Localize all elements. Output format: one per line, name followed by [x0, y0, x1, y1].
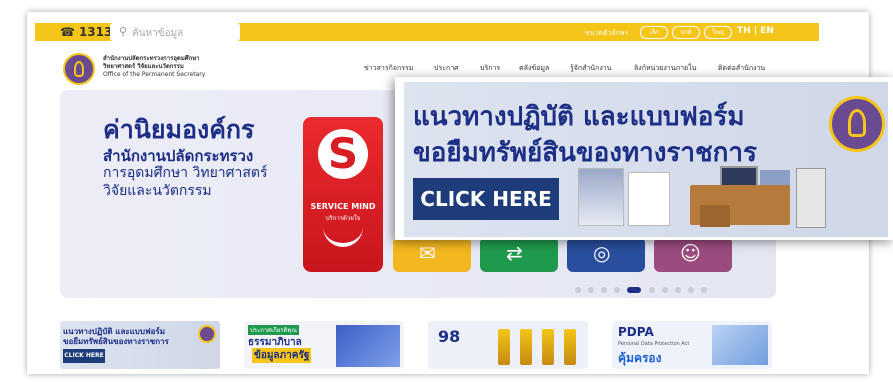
- nav-about[interactable]: รู้จักสำนักงาน: [570, 63, 611, 74]
- slider-dot[interactable]: [701, 287, 707, 293]
- banner-card-governance[interactable]: ประกาศเกียรติคุณ ธรรมาภิบาล ข้อมูลภาครัฐ: [244, 321, 404, 369]
- service-mind-title: SERVICE MIND: [310, 202, 376, 211]
- nav-contact[interactable]: ติดต่อสำนักงาน: [718, 63, 765, 74]
- search-input[interactable]: ค้นหาข้อมูล: [132, 26, 183, 41]
- value-tile-purple: ☺: [654, 237, 732, 272]
- text-size-large-button[interactable]: ใหญ่: [704, 26, 732, 39]
- target-icon: ◎: [593, 241, 611, 265]
- trophy-icon: [564, 329, 576, 365]
- hero-line3: วิจัยและนวัตกรรม: [103, 183, 212, 199]
- copier-icon: [796, 168, 826, 228]
- card4-illustration: [712, 325, 768, 365]
- card3-number: 98: [438, 327, 461, 346]
- hotline[interactable]: ☎ 1313: [60, 25, 112, 39]
- people-icon: ☺: [680, 241, 701, 265]
- search-icon: ⚲: [119, 25, 128, 38]
- popup-click-here-button[interactable]: CLICK HERE: [413, 178, 559, 220]
- service-mind-tile: S SERVICE MIND บริการด้วยใจ: [303, 117, 383, 272]
- trophy-icon: [498, 329, 510, 365]
- popup-org-logo: [829, 96, 885, 152]
- slider-dot[interactable]: [649, 287, 655, 293]
- card1-click-button[interactable]: CLICK HERE: [63, 349, 105, 363]
- form-document-icon: [578, 168, 624, 226]
- card4-line2: คุ้มครอง: [618, 351, 662, 365]
- service-letter-badge: S: [318, 129, 368, 179]
- card2-badge: ประกาศเกียรติคุณ: [248, 325, 299, 335]
- service-mind-subtitle: บริการด้วยใจ: [325, 215, 361, 222]
- popup-headline-line1: แนวทางปฏิบัติ และแบบฟอร์ม: [413, 102, 745, 132]
- lang-separator: |: [753, 26, 758, 36]
- slider-dot[interactable]: [662, 287, 668, 293]
- slider-dot-active[interactable]: [627, 287, 641, 293]
- slider-dot[interactable]: [675, 287, 681, 293]
- envelope-icon: ✉: [419, 241, 436, 265]
- card4-subtitle: Personal Data Protection Act: [618, 341, 690, 347]
- slider-dot[interactable]: [601, 287, 607, 293]
- org-logo[interactable]: [63, 53, 95, 85]
- nav-data-repository[interactable]: คลังข้อมูล: [519, 63, 549, 74]
- hotline-number: 1313: [78, 25, 113, 39]
- text-size-normal-button[interactable]: ปกติ: [672, 26, 700, 39]
- card2-illustration: [336, 325, 400, 367]
- banner-card-asset-borrowing[interactable]: แนวทางปฏิบัติ และแบบฟอร์ม ขอยืมทรัพย์สิน…: [60, 321, 220, 369]
- phone-icon: ☎: [60, 25, 75, 39]
- card4-title: PDPA: [618, 325, 654, 339]
- slider-dot[interactable]: [575, 287, 581, 293]
- org-name: สำนักงานปลัดกระทรวงการอุดมศึกษา วิทยาศาส…: [103, 55, 205, 79]
- text-size-label: ขนาดตัวอักษร: [585, 29, 629, 37]
- card1-logo: [198, 325, 216, 343]
- banner-card-awards[interactable]: 98: [428, 321, 588, 369]
- value-tile-blue: ◎: [567, 237, 645, 272]
- nav-services[interactable]: บริการ: [480, 63, 500, 74]
- trophy-icon: [542, 329, 554, 365]
- search-box[interactable]: ⚲ ค้นหาข้อมูล: [110, 23, 240, 41]
- text-size-small-button[interactable]: เล็ก: [640, 26, 668, 39]
- org-name-english: Office of the Permanent Secretary: [103, 71, 206, 78]
- nav-internal-links[interactable]: ลิงก์หน่วยงานภายใน: [634, 63, 696, 74]
- form-document-icon: [628, 172, 670, 226]
- card2-line2: ข้อมูลภาครัฐ: [252, 348, 312, 363]
- slider-dot[interactable]: [688, 287, 694, 293]
- trophy-icon: [520, 329, 532, 365]
- language-switcher: TH | EN: [737, 26, 774, 36]
- value-tile-green: ⇄: [480, 237, 558, 272]
- drawer-icon: [700, 205, 730, 227]
- lang-en-link[interactable]: EN: [760, 26, 774, 36]
- slider-dot[interactable]: [588, 287, 594, 293]
- org-name-line1: สำนักงานปลัดกระทรวงการอุดมศึกษา: [103, 55, 200, 62]
- card1-line2: ขอยืมทรัพย์สินของทางราชการ: [63, 337, 169, 346]
- smile-icon: [323, 225, 363, 247]
- popup-headline-line2: ขอยืมทรัพย์สินของทางราชการ: [413, 138, 757, 168]
- banner-card-pdpa[interactable]: PDPA Personal Data Protection Act คุ้มคร…: [612, 321, 772, 369]
- slider-dot[interactable]: [614, 287, 620, 293]
- org-name-line2: วิทยาศาสตร์ วิจัยและนวัตกรรม: [103, 63, 184, 70]
- arrows-icon: ⇄: [506, 241, 523, 265]
- value-tile-yellow: ✉: [393, 237, 471, 272]
- nav-news[interactable]: ข่าวสารกิจกรรม: [364, 63, 413, 74]
- nav-announcements[interactable]: ประกาศ: [434, 63, 459, 74]
- lang-th-link[interactable]: TH: [737, 26, 751, 36]
